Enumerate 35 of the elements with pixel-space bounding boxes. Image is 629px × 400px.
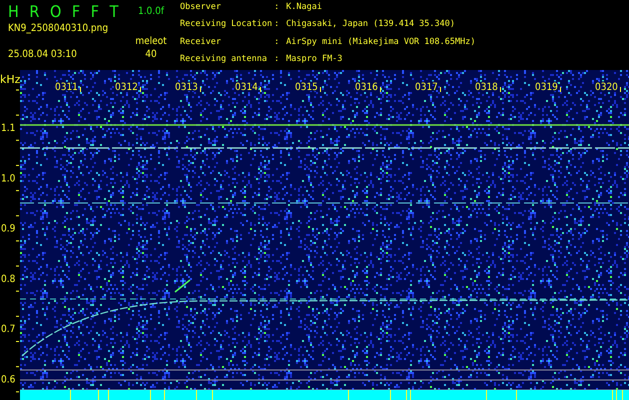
info-value: Maspro FM-3	[286, 54, 344, 66]
mode-value: 40	[145, 50, 157, 60]
info-separator: :	[274, 2, 280, 14]
time-label: 0318	[475, 82, 498, 93]
axis-label: 0.6	[1, 374, 16, 386]
info-separator: :	[274, 36, 280, 48]
mode-label: meleot	[135, 36, 167, 46]
axis-label: 1.0	[1, 173, 16, 184]
info-value: K.Nagai	[286, 2, 323, 14]
date-time: 25.08.04 03:10	[8, 50, 78, 60]
info-label: Receiver	[180, 36, 222, 48]
info-value: Chigasaki, Japan (139.414 35.340)	[286, 19, 456, 32]
time-label: 0311	[55, 82, 78, 93]
time-label: 0319	[535, 82, 558, 93]
app-title: H R O F F T	[8, 4, 122, 20]
time-label: 0320	[595, 82, 618, 93]
info-separator: :	[274, 54, 280, 66]
time-label: 0315	[295, 82, 318, 93]
info-label: Receiving antenna	[180, 54, 268, 66]
axis-label: 0.8	[1, 274, 16, 285]
axis-unit: kHz	[0, 73, 20, 86]
time-label: 0316	[355, 82, 378, 93]
axis-label: 0.7	[1, 324, 16, 336]
axis-label: 0.9	[1, 224, 16, 235]
info-label: Observer	[180, 2, 222, 14]
version-label: 1.0.0f	[136, 7, 166, 17]
time-label: 0317	[415, 82, 438, 93]
time-label: 0314	[235, 82, 258, 93]
time-label: 0312	[115, 82, 138, 93]
time-label: 0313	[175, 82, 198, 93]
file-name: KN9_2508040310.png	[8, 24, 110, 34]
info-value: AirSpy mini (Miakejima VOR 108.65MHz)	[286, 36, 476, 48]
axis-label: 1.1	[1, 123, 16, 134]
info-label: Receiving Location	[180, 19, 272, 32]
info-separator: :	[274, 19, 280, 32]
